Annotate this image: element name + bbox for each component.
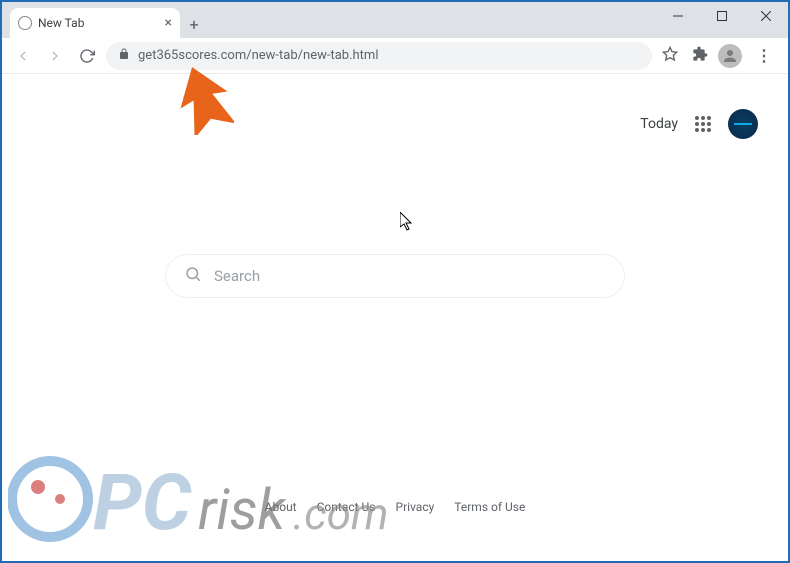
- search-icon: [184, 265, 202, 287]
- window-close-button[interactable]: [744, 2, 788, 30]
- close-tab-icon[interactable]: ×: [165, 15, 172, 31]
- new-tab-button[interactable]: +: [180, 10, 208, 38]
- forward-button[interactable]: [42, 43, 68, 69]
- browser-tab[interactable]: New Tab ×: [10, 8, 180, 38]
- search-input[interactable]: [214, 267, 606, 285]
- profile-avatar-icon[interactable]: [718, 44, 742, 68]
- search-box[interactable]: [165, 254, 625, 298]
- minimize-button[interactable]: [656, 2, 700, 30]
- back-button[interactable]: [10, 43, 36, 69]
- footer-about[interactable]: About: [265, 500, 297, 514]
- lock-icon: [118, 48, 130, 64]
- kebab-menu-icon[interactable]: ⋮: [748, 42, 780, 69]
- extensions-icon[interactable]: [688, 42, 712, 70]
- address-bar: get365scores.com/new-tab/new-tab.html ⋮: [2, 38, 788, 74]
- maximize-button[interactable]: [700, 2, 744, 30]
- window-controls: [656, 2, 788, 38]
- reload-button[interactable]: [74, 43, 100, 69]
- url-text: get365scores.com/new-tab/new-tab.html: [138, 48, 640, 63]
- footer-privacy[interactable]: Privacy: [396, 500, 435, 514]
- footer-links: About Contact Us Privacy Terms of Use: [2, 489, 788, 525]
- today-link[interactable]: Today: [640, 116, 678, 132]
- url-box[interactable]: get365scores.com/new-tab/new-tab.html: [106, 42, 652, 70]
- browser-titlebar: New Tab × +: [2, 2, 788, 38]
- footer-contact[interactable]: Contact Us: [317, 500, 376, 514]
- footer-terms[interactable]: Terms of Use: [454, 500, 525, 514]
- top-right-nav: Today: [640, 109, 758, 139]
- bookmark-star-icon[interactable]: [658, 42, 682, 70]
- tab-title: New Tab: [38, 16, 159, 30]
- globe-icon: [18, 16, 32, 30]
- apps-grid-icon[interactable]: [694, 115, 712, 133]
- page-content: Today About Contact Us Privacy Terms of …: [2, 74, 788, 525]
- extension-logo-icon[interactable]: [728, 109, 758, 139]
- address-right: ⋮: [658, 42, 780, 70]
